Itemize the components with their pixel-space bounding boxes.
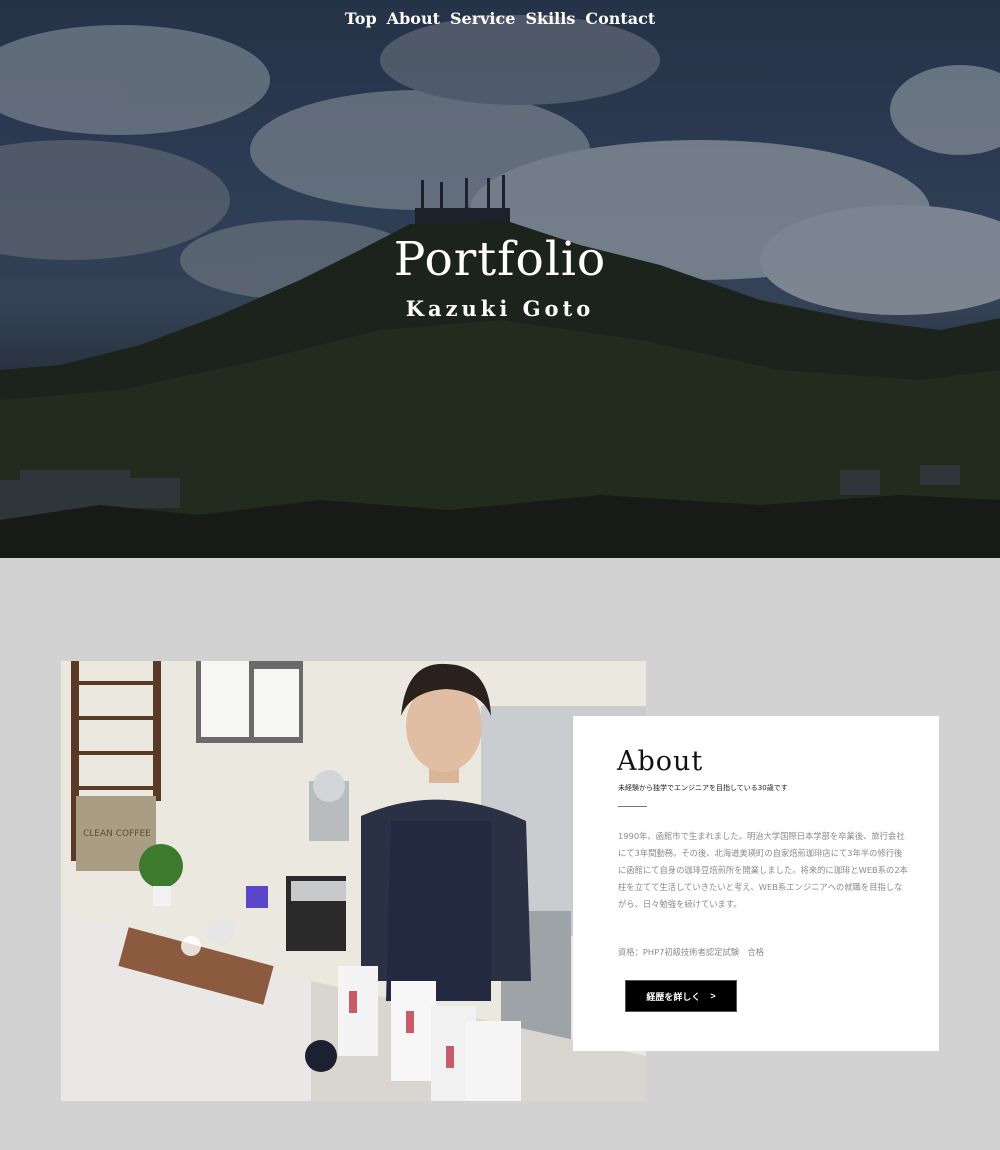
coffee-sack-label: CLEAN COFFEE bbox=[83, 829, 151, 839]
about-section: CLEAN COFFEE About 未経験から独学でエンジニアを目指している3… bbox=[0, 558, 1000, 1150]
career-details-button[interactable]: 経歴を詳しく > bbox=[625, 980, 737, 1012]
chevron-right-icon: > bbox=[710, 991, 716, 1001]
nav-link-skills[interactable]: Skills bbox=[524, 9, 576, 28]
about-certification: 資格：PHP7初級技術者認定試験 合格 bbox=[618, 947, 764, 957]
profile-photo-illustration: CLEAN COFFEE bbox=[61, 661, 646, 1101]
hero-title: Portfolio bbox=[393, 232, 607, 287]
nav-link-contact[interactable]: Contact bbox=[584, 9, 656, 28]
profile-photo: CLEAN COFFEE bbox=[61, 661, 646, 1101]
hero-subtitle: Kazuki Goto bbox=[405, 296, 595, 321]
hero-section: Top About Service Skills Contact Portfol… bbox=[0, 0, 1000, 558]
about-bio: 1990年、函館市で生まれました。明治大学国際日本学部を卒業後、旅行会社にて3年… bbox=[618, 831, 908, 909]
nav-link-about[interactable]: About bbox=[386, 9, 441, 28]
about-divider bbox=[618, 806, 647, 807]
about-tagline: 未経験から独学でエンジニアを目指している30歳です bbox=[618, 784, 788, 792]
top-nav: Top About Service Skills Contact bbox=[0, 9, 1000, 28]
nav-link-service[interactable]: Service bbox=[449, 9, 516, 28]
about-card: About 未経験から独学でエンジニアを目指している30歳です 1990年、函館… bbox=[573, 716, 939, 1051]
about-heading: About bbox=[617, 746, 704, 777]
nav-link-top[interactable]: Top bbox=[344, 9, 378, 28]
career-details-button-label: 経歴を詳しく bbox=[646, 991, 701, 1002]
